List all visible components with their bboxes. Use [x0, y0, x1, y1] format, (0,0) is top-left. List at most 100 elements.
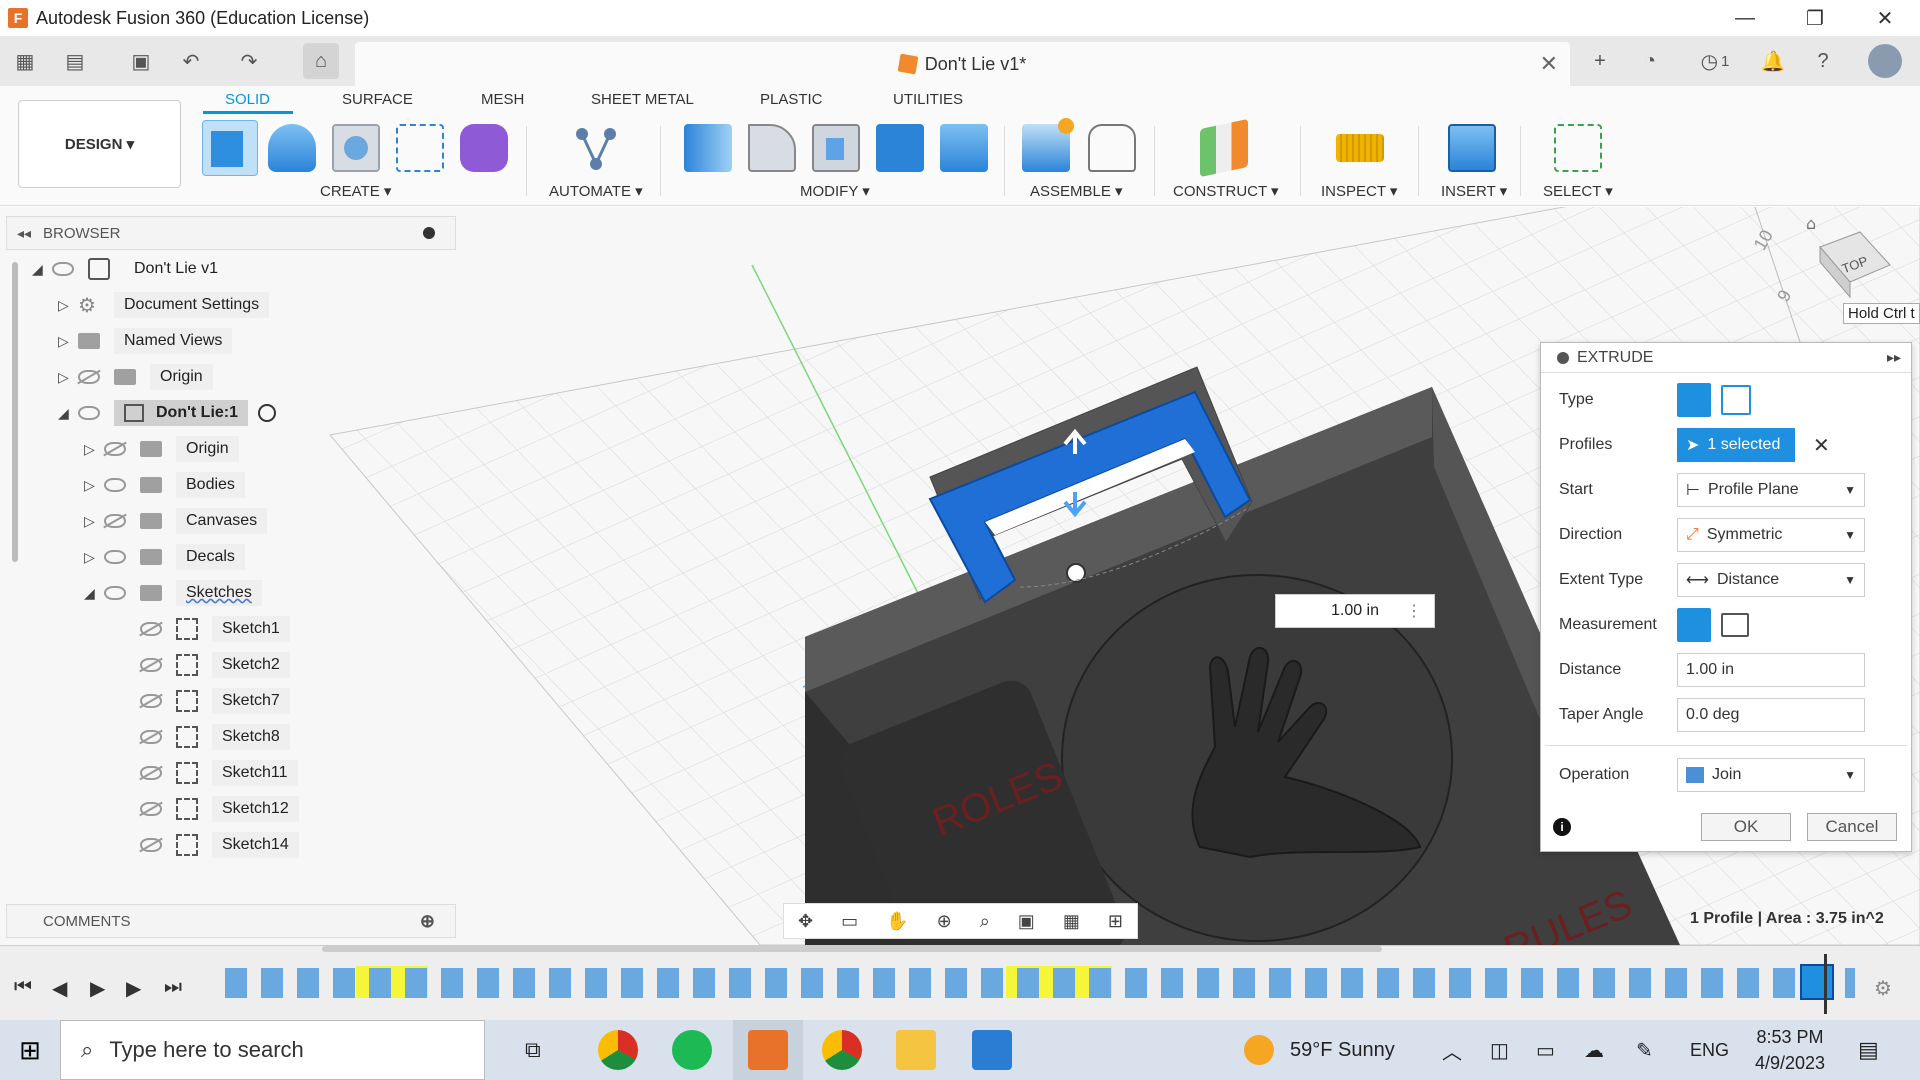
info-icon[interactable]: i: [1553, 818, 1571, 836]
offset-plane-icon[interactable]: [1200, 118, 1248, 178]
fusion-taskbar-icon[interactable]: [748, 1030, 788, 1070]
ok-button[interactable]: OK: [1701, 813, 1791, 841]
type-solid-icon[interactable]: [1677, 383, 1711, 417]
tree-row-sketch[interactable]: Sketch2: [140, 650, 290, 680]
clock[interactable]: 8:53 PM 4/9/2023: [1755, 1020, 1825, 1080]
undo-icon[interactable]: ↶: [178, 48, 204, 74]
shell-icon[interactable]: [812, 124, 860, 172]
direction-dropdown[interactable]: ⤢ Symmetric ▼: [1677, 518, 1865, 552]
hidden-eye-icon[interactable]: [140, 838, 162, 852]
viewports-icon[interactable]: ⊞: [1108, 911, 1123, 932]
profiles-select-button[interactable]: ➤ 1 selected: [1677, 428, 1795, 462]
windows-start-icon[interactable]: ⊞: [0, 1035, 60, 1066]
activate-radio-icon[interactable]: [258, 404, 277, 422]
redo-icon[interactable]: ↷: [236, 48, 262, 74]
tree-row-sketches[interactable]: ◢ Sketches: [84, 578, 262, 608]
clear-selection-icon[interactable]: ✕: [1813, 433, 1830, 458]
tree-row-decals[interactable]: ▷ Decals: [84, 542, 245, 572]
inspect-menu[interactable]: INSPECT ▾: [1321, 182, 1397, 200]
meet-now-icon[interactable]: ◫: [1490, 1020, 1509, 1080]
dialog-collapse-icon[interactable]: [1557, 351, 1569, 364]
visibility-eye-icon[interactable]: [78, 406, 100, 420]
timeline-marker[interactable]: [1824, 954, 1827, 1014]
tree-row-canvases[interactable]: ▷ Canvases: [84, 506, 268, 536]
timeline-settings-icon[interactable]: ⚙: [1874, 976, 1892, 1001]
play-icon[interactable]: ▶: [90, 976, 105, 1001]
document-tab[interactable]: Don't Lie v1* ✕: [355, 42, 1570, 86]
construct-menu[interactable]: CONSTRUCT ▾: [1173, 182, 1279, 200]
spotify-icon[interactable]: [672, 1030, 712, 1070]
browser-scrollbar[interactable]: [12, 262, 18, 562]
insert-canvas-icon[interactable]: [1448, 124, 1496, 172]
close-tab-button[interactable]: ✕: [1540, 51, 1558, 77]
tree-row-sketch[interactable]: Sketch7: [140, 686, 290, 716]
file-menu-icon[interactable]: ▤: [62, 48, 88, 74]
tab-surface[interactable]: SURFACE: [342, 91, 413, 108]
expand-toggle-icon[interactable]: ▷: [58, 333, 78, 350]
tree-row-named-views[interactable]: ▷ Named Views: [58, 326, 233, 356]
measure-icon[interactable]: [1336, 134, 1384, 162]
add-comment-icon[interactable]: ⊕: [420, 911, 435, 932]
pan-icon[interactable]: ✋: [886, 911, 908, 932]
hidden-eye-icon[interactable]: [104, 514, 126, 528]
insert-menu[interactable]: INSERT ▾: [1441, 182, 1507, 200]
expand-toggle-icon[interactable]: ▷: [58, 369, 78, 386]
home-view-icon[interactable]: ⌂: [1806, 214, 1816, 233]
browser-pin-icon[interactable]: [423, 227, 435, 239]
tree-row-component[interactable]: ◢ Don't Lie:1: [58, 398, 277, 428]
tree-row-sketch[interactable]: Sketch1: [140, 614, 290, 644]
taper-angle-input[interactable]: 0.0 deg: [1677, 698, 1865, 732]
chrome-profile-icon[interactable]: [822, 1030, 862, 1070]
hidden-eye-icon[interactable]: [140, 622, 162, 636]
combine-icon[interactable]: [876, 124, 924, 172]
extent-type-dropdown[interactable]: ⟷ Distance ▼: [1677, 563, 1865, 597]
hole-tool-icon[interactable]: [332, 124, 380, 172]
workspace-switcher[interactable]: DESIGN ▾: [18, 100, 181, 188]
tree-row-bodies[interactable]: ▷ Bodies: [84, 470, 245, 500]
tab-mesh[interactable]: MESH: [481, 91, 524, 108]
tree-row-root[interactable]: ◢ Don't Lie v1: [32, 254, 228, 284]
taskbar-search[interactable]: ⌕ Type here to search: [60, 1020, 485, 1080]
timeline-current-feature[interactable]: [1800, 964, 1834, 1000]
hidden-eye-icon[interactable]: [104, 442, 126, 456]
visibility-eye-icon[interactable]: [104, 550, 126, 564]
extrude-tool-icon[interactable]: [268, 124, 316, 172]
new-tab-icon[interactable]: +: [1587, 48, 1613, 74]
maximize-button[interactable]: ❐: [1780, 0, 1850, 36]
tree-row-origin[interactable]: ▷ Origin: [58, 362, 213, 392]
pen-icon[interactable]: ✎: [1636, 1020, 1653, 1080]
display-settings-icon[interactable]: ▣: [1018, 911, 1035, 932]
tab-utilities[interactable]: UTILITIES: [893, 91, 963, 108]
help-icon[interactable]: ?: [1810, 48, 1836, 74]
operation-dropdown[interactable]: Join ▼: [1677, 758, 1865, 792]
visibility-eye-icon[interactable]: [52, 262, 74, 276]
avatar[interactable]: [1868, 44, 1902, 78]
home-icon[interactable]: ⌂: [303, 43, 339, 79]
timeline-scrollbar[interactable]: [322, 946, 1382, 952]
hidden-eye-icon[interactable]: [140, 658, 162, 672]
zoom-icon[interactable]: ⊕: [937, 911, 952, 932]
look-at-icon[interactable]: ▭: [841, 911, 858, 932]
fillet-icon[interactable]: [748, 124, 796, 172]
press-pull-icon[interactable]: [684, 124, 732, 172]
type-thin-icon[interactable]: [1721, 385, 1751, 415]
tab-sheet-metal[interactable]: SHEET METAL: [591, 91, 694, 108]
tab-solid[interactable]: SOLID: [225, 91, 270, 108]
visibility-eye-icon[interactable]: [104, 478, 126, 492]
select-menu[interactable]: SELECT ▾: [1543, 182, 1613, 200]
close-window-button[interactable]: ✕: [1850, 0, 1920, 36]
app-grid-icon[interactable]: ▦: [12, 48, 38, 74]
file-explorer-icon[interactable]: [896, 1030, 936, 1070]
modify-menu[interactable]: MODIFY ▾: [800, 182, 870, 200]
measurement-whole-icon[interactable]: [1721, 613, 1749, 637]
notifications-icon[interactable]: 🔔: [1760, 48, 1786, 74]
battery-icon[interactable]: ▭: [1536, 1020, 1555, 1080]
language-indicator[interactable]: ENG: [1690, 1020, 1729, 1080]
cancel-button[interactable]: Cancel: [1807, 813, 1897, 841]
tree-row-sketch[interactable]: Sketch8: [140, 722, 290, 752]
fit-icon[interactable]: ⌕: [980, 911, 990, 932]
form-tool-icon[interactable]: [460, 124, 508, 172]
hidden-eye-icon[interactable]: [78, 370, 100, 384]
show-hidden-icons-icon[interactable]: ︿: [1442, 1020, 1462, 1080]
create-menu[interactable]: CREATE ▾: [320, 182, 391, 200]
